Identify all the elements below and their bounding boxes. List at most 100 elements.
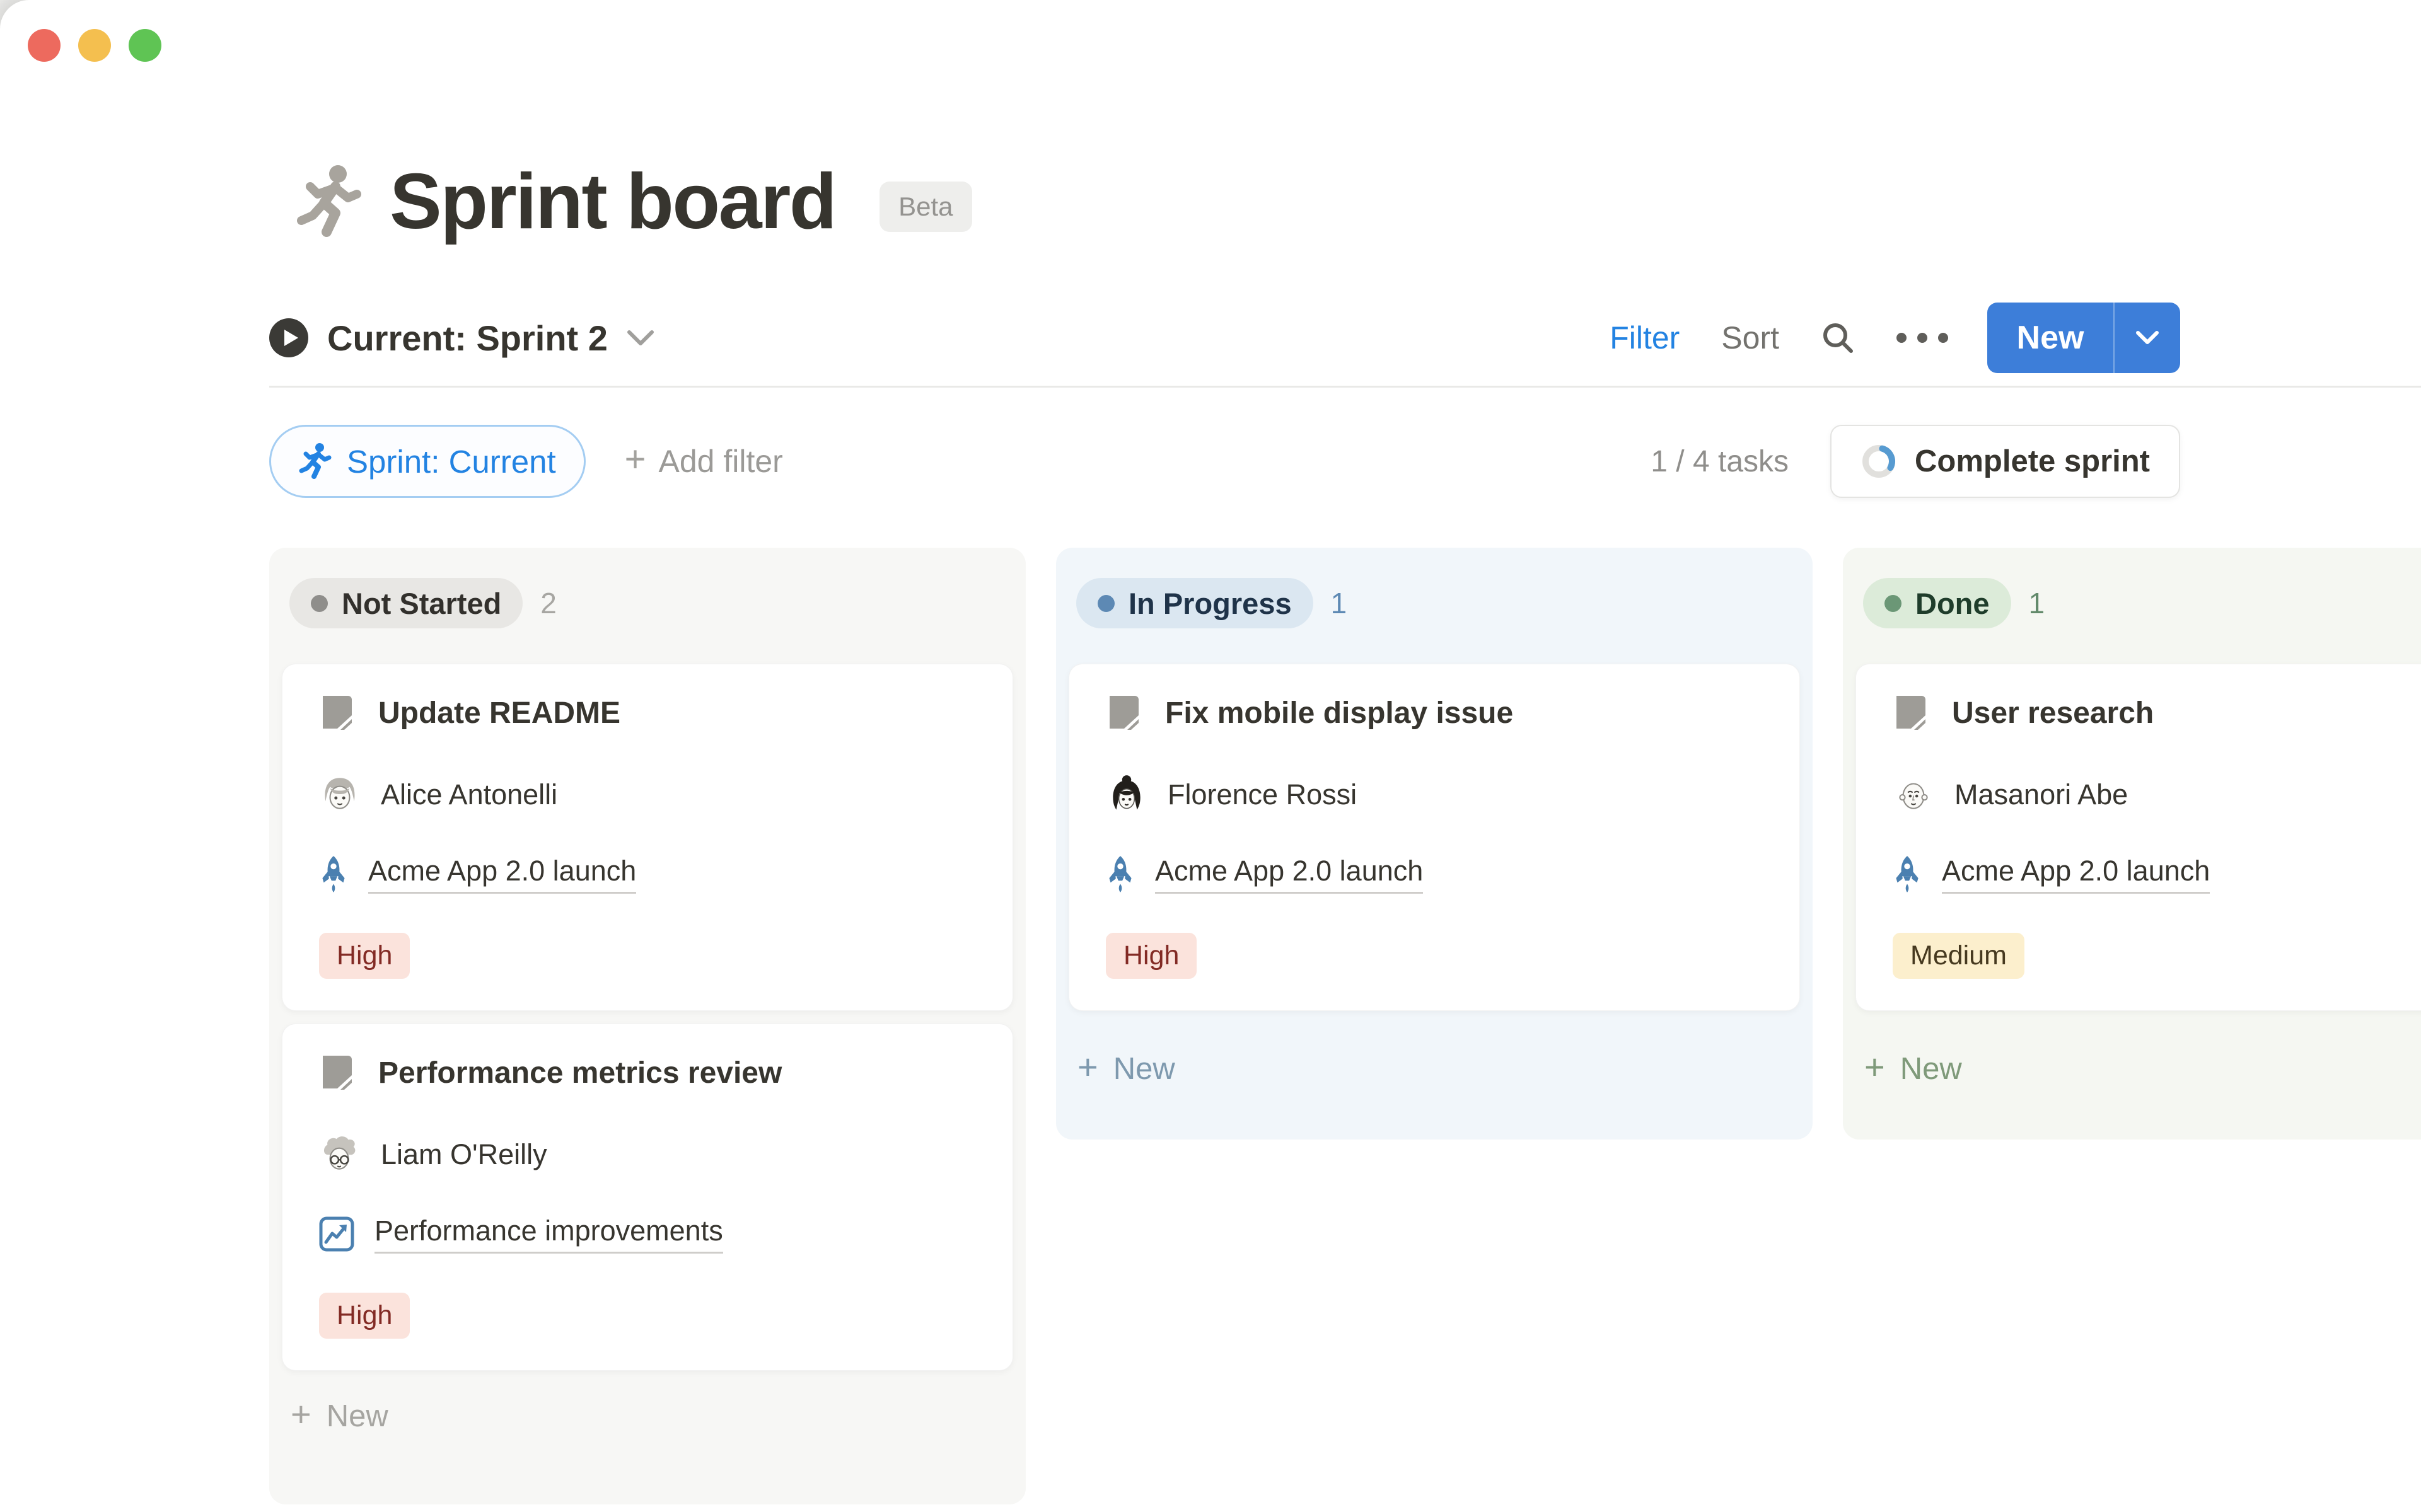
new-button[interactable]: New — [1987, 303, 2113, 373]
card-list: Fix mobile display issue Florence Rossi — [1069, 664, 1800, 1011]
rocket-icon — [319, 855, 348, 894]
card-list: Update README Alice Antonelli — [282, 664, 1013, 1371]
card-title: Performance metrics review — [378, 1056, 782, 1090]
toolbar-actions: Filter Sort New — [1610, 303, 2180, 373]
task-card-user-research[interactable]: User research Masanori Abe — [1855, 664, 2421, 1011]
status-dot — [1884, 595, 1901, 612]
runner-icon — [299, 442, 332, 481]
column-not-started: Not Started 2 Update README — [269, 548, 1026, 1504]
chart-up-icon — [319, 1216, 354, 1252]
column-header: Not Started 2 — [289, 578, 1013, 628]
ellipsis-icon — [1896, 333, 1948, 343]
sprint-board-window: Sprint board Beta Current: Sprint 2 Filt… — [0, 0, 2421, 1512]
play-circle-icon — [269, 318, 308, 357]
project-link[interactable]: Acme App 2.0 launch — [1155, 855, 1423, 894]
card-list: User research Masanori Abe — [1855, 664, 2421, 1011]
runner-icon — [296, 163, 362, 240]
column-done: Done 1 User research — [1843, 548, 2421, 1140]
chevron-down-icon — [627, 329, 654, 347]
new-card-button[interactable]: + New — [1864, 1042, 2421, 1095]
page-header: Sprint board Beta — [296, 149, 972, 255]
avatar-masanori — [1893, 774, 1934, 816]
new-card-button[interactable]: + New — [1077, 1042, 1800, 1095]
column-header: Done 1 — [1863, 578, 2421, 628]
column-count: 1 — [1331, 586, 1347, 620]
filter-bar: Sprint: Current + Add filter 1 / 4 tasks… — [269, 422, 2180, 500]
add-filter-label: Add filter — [659, 443, 783, 480]
page-icon — [319, 1054, 354, 1091]
beta-badge: Beta — [880, 182, 972, 232]
search-icon — [1821, 321, 1855, 355]
new-split-button: New — [1987, 303, 2180, 373]
assignee-name: Florence Rossi — [1168, 778, 1357, 811]
new-card-label: New — [1900, 1051, 1962, 1087]
status-pill-done[interactable]: Done — [1863, 578, 2011, 628]
complete-sprint-button[interactable]: Complete sprint — [1830, 425, 2180, 498]
zoom-window-button[interactable] — [129, 29, 161, 62]
kanban-board: Not Started 2 Update README — [269, 548, 2421, 1504]
assignee-name: Liam O'Reilly — [381, 1138, 547, 1171]
filter-button[interactable]: Filter — [1610, 320, 1680, 356]
page-title: Sprint board — [390, 157, 835, 246]
card-title: Update README — [378, 696, 620, 730]
rocket-icon — [1893, 855, 1922, 894]
priority-tag: Medium — [1893, 933, 2024, 979]
task-card-fix-mobile-display-issue[interactable]: Fix mobile display issue Florence Rossi — [1069, 664, 1800, 1011]
add-filter-button[interactable]: + Add filter — [625, 443, 783, 480]
sort-button[interactable]: Sort — [1721, 320, 1779, 356]
column-in-progress: In Progress 1 Fix mobile display issue — [1056, 548, 1813, 1140]
card-title: Fix mobile display issue — [1165, 696, 1513, 730]
progress-ring-icon — [1861, 443, 1897, 480]
page-icon — [319, 695, 354, 731]
status-dot — [1098, 595, 1115, 612]
view-switcher[interactable]: Current: Sprint 2 — [269, 318, 654, 359]
new-card-label: New — [327, 1399, 388, 1434]
status-pill-not-started[interactable]: Not Started — [289, 578, 523, 628]
close-window-button[interactable] — [28, 29, 61, 62]
assignee-name: Alice Antonelli — [381, 778, 557, 811]
status-dot — [311, 595, 328, 612]
priority-tag: High — [1106, 933, 1197, 979]
sprint-progress-area: 1 / 4 tasks Complete sprint — [1651, 425, 2180, 498]
sprint-filter-pill[interactable]: Sprint: Current — [269, 425, 586, 498]
rocket-icon — [1106, 855, 1135, 894]
avatar-alice — [319, 774, 361, 816]
plus-icon: + — [291, 1397, 311, 1432]
sprint-filter-label: Sprint: Current — [347, 443, 556, 480]
project-link[interactable]: Acme App 2.0 launch — [1942, 855, 2210, 894]
task-card-update-readme[interactable]: Update README Alice Antonelli — [282, 664, 1013, 1011]
view-toolbar: Current: Sprint 2 Filter Sort New — [269, 301, 2180, 374]
project-link[interactable]: Performance improvements — [374, 1215, 723, 1254]
status-label: Done — [1915, 586, 1990, 621]
complete-sprint-label: Complete sprint — [1915, 444, 2150, 479]
page-icon — [1106, 695, 1141, 731]
column-count: 1 — [2029, 586, 2045, 620]
task-card-performance-metrics-review[interactable]: Performance metrics review Liam O'Reilly — [282, 1024, 1013, 1371]
chevron-down-icon — [2136, 331, 2159, 345]
status-label: In Progress — [1129, 586, 1292, 621]
view-label: Current: Sprint 2 — [327, 318, 608, 359]
avatar-florence — [1106, 774, 1147, 816]
plus-icon: + — [625, 441, 646, 478]
priority-tag: High — [319, 1293, 410, 1339]
status-pill-in-progress[interactable]: In Progress — [1076, 578, 1313, 628]
search-button[interactable] — [1821, 321, 1855, 355]
new-card-button[interactable]: + New — [291, 1390, 1013, 1443]
card-title: User research — [1952, 696, 2154, 730]
project-link[interactable]: Acme App 2.0 launch — [368, 855, 636, 894]
avatar-liam — [319, 1134, 361, 1175]
priority-tag: High — [319, 933, 410, 979]
page-icon — [1893, 695, 1928, 731]
active-filters: Sprint: Current + Add filter — [269, 425, 783, 498]
status-label: Not Started — [342, 586, 501, 621]
new-dropdown-button[interactable] — [2115, 303, 2180, 373]
plus-icon: + — [1864, 1049, 1885, 1085]
column-header: In Progress 1 — [1076, 578, 1800, 628]
plus-icon: + — [1077, 1049, 1098, 1085]
window-controls — [28, 29, 161, 62]
more-options-button[interactable] — [1896, 333, 1948, 343]
minimize-window-button[interactable] — [78, 29, 111, 62]
new-card-label: New — [1113, 1051, 1175, 1087]
column-count: 2 — [540, 586, 557, 620]
task-progress-text: 1 / 4 tasks — [1651, 444, 1789, 479]
